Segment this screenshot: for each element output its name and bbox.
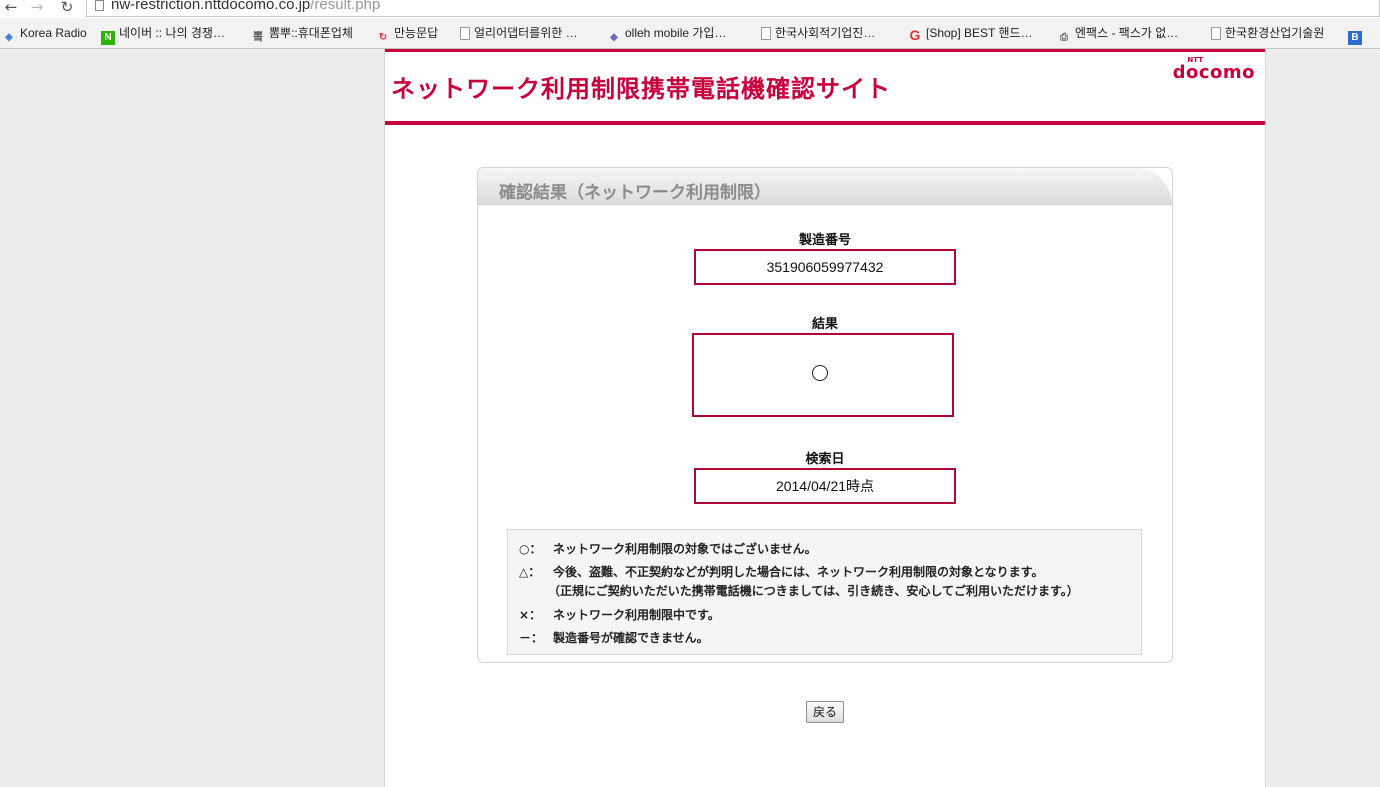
result-circle-icon <box>812 365 828 381</box>
diamond-icon: ◆ <box>610 32 618 43</box>
bookmark-label: olleh mobile 가입… <box>625 26 727 40</box>
bookmark-enfax[interactable]: ⎙ 엔팩스 - 팩스가 없… <box>1057 24 1179 43</box>
legend-row-circle: ○： ネットワーク利用制限の対象ではございません。 <box>519 540 817 557</box>
ppomppu-icon: 뽘 <box>252 31 264 43</box>
bookmark-label: 네이버 :: 나의 경쟁… <box>119 26 225 40</box>
dash-symbol: － <box>519 631 532 645</box>
legend-cross-text: ネットワーク利用制限中です。 <box>553 608 720 622</box>
bookmark-b[interactable]: B <box>1348 24 1366 45</box>
bookmark-label: [Shop] BEST 핸드… <box>926 26 1033 40</box>
result-panel: 確認結果（ネットワーク利用制限） 製造番号 351906059977432 結果… <box>477 167 1173 663</box>
radio-icon: ◈ <box>5 32 13 43</box>
legend-separator: ： <box>528 565 541 579</box>
bookmark-social-enterprise[interactable]: 한국사회적기업진… <box>761 24 875 42</box>
page-content: ネットワーク利用制限携帯電話機確認サイト NTT docomo 確認結果（ネット… <box>384 49 1266 787</box>
circle-symbol: ○ <box>519 542 530 556</box>
serial-number-value: 351906059977432 <box>766 259 884 275</box>
bookmark-label: Korea Radio <box>20 26 87 40</box>
bookmark-earlyadopter[interactable]: 얼리어댑터를위한 … <box>460 24 578 42</box>
b-icon: B <box>1348 31 1362 45</box>
site-title: ネットワーク利用制限携帯電話機確認サイト <box>391 75 891 103</box>
cross-symbol: × <box>519 608 530 622</box>
legend-circle-text: ネットワーク利用制限の対象ではございません。 <box>553 542 817 556</box>
page-icon <box>1211 27 1221 40</box>
docomo-logo[interactable]: NTT docomo <box>1173 57 1255 82</box>
url-field[interactable]: nw-restriction.nttdocomo.co.jp/result.ph… <box>86 0 1380 17</box>
legend-row-triangle: △： 今後、盗難、不正契約などが判明した場合には、ネットワーク利用制限の対象となり… <box>519 563 1043 580</box>
legend-row-dash: －： 製造番号が確認できません。 <box>519 629 709 646</box>
reload-icon[interactable]: ↻ <box>58 0 76 16</box>
bookmark-shop[interactable]: G [Shop] BEST 핸드… <box>908 24 1033 42</box>
legend-dash-text: 製造番号が確認できません。 <box>553 631 709 645</box>
back-button[interactable]: 戻る <box>806 701 844 723</box>
bookmark-label: 한국환경산업기술원 <box>1225 26 1325 40</box>
panel-title: 確認結果（ネットワーク利用制限） <box>499 183 771 203</box>
bookmark-olleh[interactable]: ◆ olleh mobile 가입… <box>607 24 727 43</box>
url-path: /result.php <box>310 0 381 13</box>
forward-arrow-icon[interactable]: → <box>28 0 46 16</box>
bookmark-label: 얼리어댑터를위한 … <box>474 26 578 40</box>
result-label: 結果 <box>811 317 838 332</box>
naver-icon: N <box>101 31 115 45</box>
top-rule <box>385 49 1265 52</box>
page-icon <box>460 27 470 40</box>
bookmark-ppomppu[interactable]: 뽘 뽐뿌::휴대폰업체 <box>251 24 353 43</box>
legend-separator: ： <box>529 542 542 556</box>
back-arrow-icon[interactable]: ← <box>2 0 20 16</box>
panel-header: 確認結果（ネットワーク利用制限） <box>478 168 1172 205</box>
legend-triangle-text: 今後、盗難、不正契約などが判明した場合には、ネットワーク利用制限の対象となります… <box>553 565 1044 579</box>
bookmark-label: 뽐뿌::휴대폰업체 <box>269 26 353 40</box>
bookmark-label: 한국사회적기업진… <box>775 26 876 40</box>
serial-label: 製造番号 <box>798 233 851 248</box>
legend-separator: ： <box>531 631 544 645</box>
bookmark-label: 만능문답 <box>394 26 439 40</box>
search-date-box: 2014/04/21時点 <box>694 468 956 504</box>
bookmarks-bar: ◈ Korea Radio N 네이버 :: 나의 경쟁… 뽘 뽐뿌::휴대폰업체 ↻… <box>0 18 1380 49</box>
bookmark-korea-radio[interactable]: ◈ Korea Radio <box>2 24 87 43</box>
swirl-icon: ↻ <box>378 32 388 43</box>
bookmark-keiti[interactable]: 한국환경산업기술원 <box>1211 24 1324 42</box>
date-label: 検索日 <box>805 452 845 467</box>
serial-number-box: 351906059977432 <box>694 249 956 285</box>
page-icon <box>95 0 104 11</box>
legend-separator: ： <box>529 608 542 622</box>
url-text[interactable]: nw-restriction.nttdocomo.co.jp/result.ph… <box>111 0 380 13</box>
bookmark-label: 엔팩스 - 팩스가 없… <box>1075 26 1179 40</box>
header-divider <box>385 121 1265 125</box>
url-host: nw-restriction.nttdocomo.co.jp <box>111 0 311 13</box>
search-date-value: 2014/04/21時点 <box>775 478 875 494</box>
bookmark-naver[interactable]: N 네이버 :: 나의 경쟁… <box>101 24 225 45</box>
logo-docomo-text: docomo <box>1172 62 1255 83</box>
address-bar: ← → ↻ nw-restriction.nttdocomo.co.jp/res… <box>0 0 1380 18</box>
triangle-symbol: △ <box>519 565 529 579</box>
bookmark-manneung[interactable]: ↻ 만능문답 <box>376 24 439 43</box>
legend-row-cross: ×： ネットワーク利用制限中です。 <box>519 606 720 623</box>
legend-triangle-subtext: （正規にご契約いただいた携帯電話機につきましては、引き続き、安心してご利用いただ… <box>548 584 1079 598</box>
shop-icon: G <box>909 27 921 43</box>
fax-icon: ⎙ <box>1060 32 1068 43</box>
legend-box: ○： ネットワーク利用制限の対象ではございません。 △： 今後、盗難、不正契約などが… <box>507 529 1142 655</box>
result-box <box>692 333 954 417</box>
page-icon <box>761 27 771 40</box>
